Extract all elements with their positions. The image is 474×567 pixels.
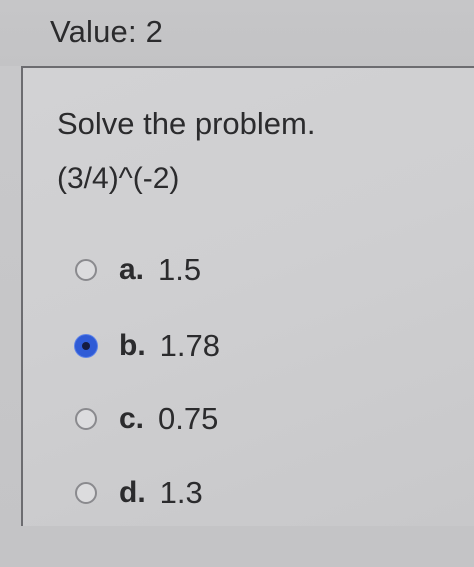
option-c[interactable]: c. 0.75: [75, 399, 218, 439]
bottom-band: [0, 526, 474, 567]
option-d[interactable]: d. 1.3: [75, 473, 203, 513]
radio-option-a[interactable]: [75, 259, 97, 281]
option-b-letter: b.: [119, 329, 146, 362]
question-expression: (3/4)^(-2): [57, 162, 180, 195]
option-a-letter: a.: [119, 253, 145, 286]
option-c-letter: c.: [119, 402, 145, 435]
option-a-value: 1.5: [158, 252, 202, 287]
question-card: Solve the problem. (3/4)^(-2) a. 1.5 b. …: [21, 66, 474, 526]
radio-option-d[interactable]: [75, 482, 97, 504]
radio-option-c[interactable]: [75, 408, 97, 430]
header-band: Value: 2: [0, 0, 474, 66]
option-d-letter: d.: [119, 476, 146, 509]
option-b[interactable]: b. 1.78: [75, 326, 220, 366]
question-prompt: Solve the problem.: [57, 106, 316, 141]
option-b-value: 1.78: [159, 328, 221, 363]
option-a[interactable]: a. 1.5: [75, 250, 201, 290]
option-d-value: 1.3: [159, 475, 203, 510]
radio-option-b[interactable]: [75, 335, 97, 357]
option-c-value: 0.75: [158, 401, 219, 436]
value-label: Value: 2: [50, 14, 164, 49]
